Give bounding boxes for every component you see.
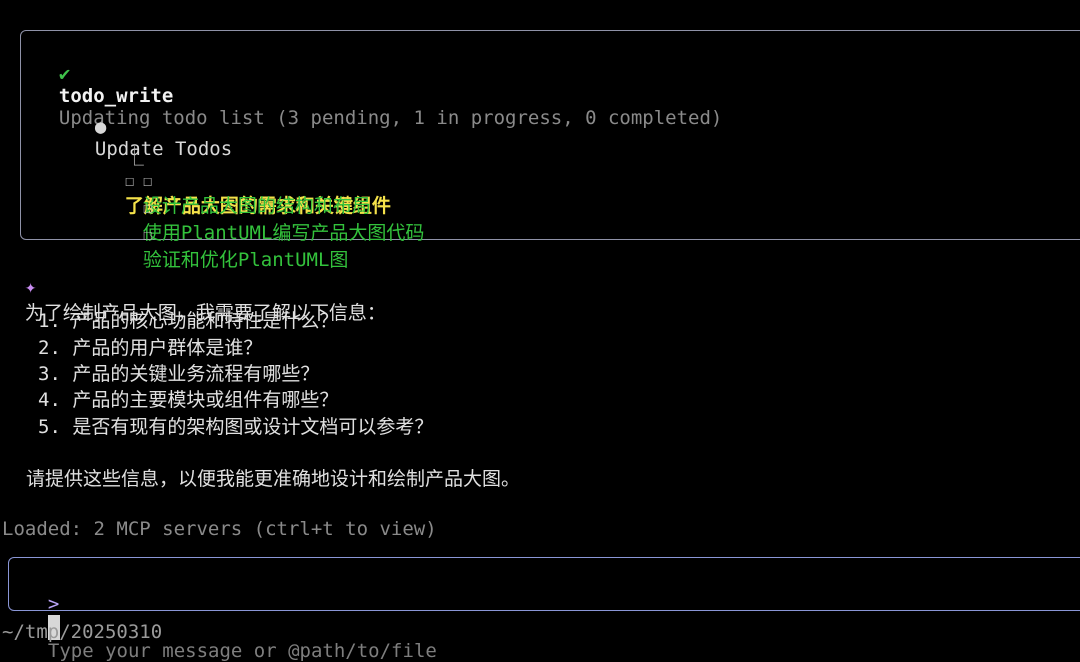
question-item: 1. 产品的核心功能和特性是什么？ (38, 310, 339, 332)
question-item: 5. 是否有现有的架构图或设计文档可以参考？ (38, 416, 434, 438)
mcp-status-text: Loaded: 2 MCP servers (ctrl+t to view) (2, 518, 437, 540)
message-input[interactable]: > Type your message or @path/to/file (25, 571, 437, 662)
prompt-chevron-icon: > (47, 593, 60, 615)
checkbox-icon: ☐ (142, 225, 153, 244)
question-item: 4. 产品的主要模块或组件有哪些？ (38, 389, 339, 411)
question-item: 3. 产品的关键业务流程有哪些？ (38, 363, 320, 385)
assistant-closing: 请提供这些信息，以便我能更准确地设计和绘制产品大图。 (26, 468, 521, 490)
input-placeholder: Type your message or @path/to/file (47, 640, 437, 662)
checkmark-icon: ✔ (58, 63, 71, 85)
sparkle-icon: ✦ (24, 276, 37, 298)
question-item: 2. 产品的用户群体是谁？ (38, 337, 263, 359)
cwd-path: ~/tmp/20250310 (2, 621, 163, 643)
